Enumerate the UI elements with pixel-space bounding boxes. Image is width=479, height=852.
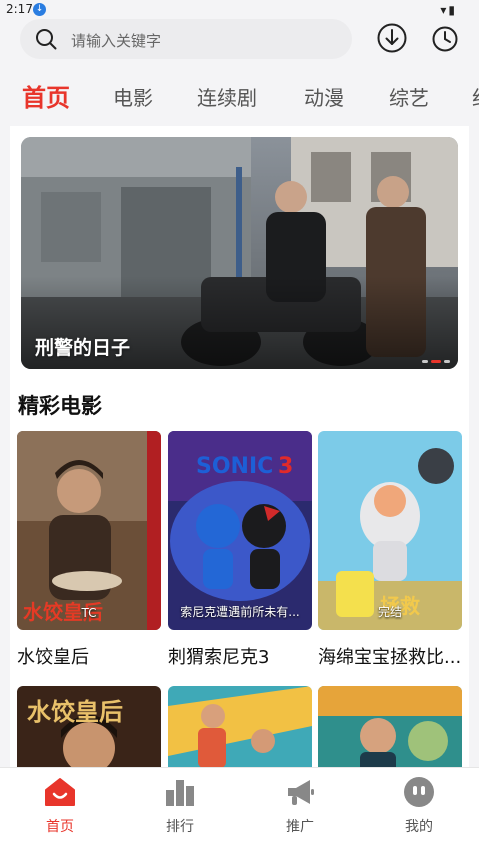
movie-poster-1[interactable]: 水饺皇后 TC bbox=[17, 431, 161, 630]
movie-poster-5[interactable] bbox=[168, 686, 312, 776]
poster-image bbox=[318, 686, 462, 776]
pagination-dot-active bbox=[431, 360, 441, 363]
banner-title: 刑警的日子 bbox=[35, 337, 131, 359]
featured-banner[interactable]: 刑警的日子 bbox=[21, 137, 458, 369]
tab-series[interactable]: 连续剧 bbox=[197, 82, 257, 111]
tab-anime[interactable]: 动漫 bbox=[304, 82, 344, 111]
nav-ranking[interactable]: 排行 bbox=[140, 776, 220, 846]
history-clock-icon[interactable] bbox=[431, 25, 459, 53]
tab-home[interactable]: 首页 bbox=[22, 78, 70, 113]
ranking-icon bbox=[166, 780, 194, 806]
tab-documentary[interactable]: 纪 bbox=[472, 82, 479, 111]
category-tabs: 首页 电影 连续剧 动漫 综艺 纪 bbox=[0, 78, 479, 118]
search-bar[interactable]: 请输入关键字 bbox=[20, 19, 352, 59]
nav-ranking-label: 排行 bbox=[166, 819, 194, 835]
nav-promotion[interactable]: 推广 bbox=[260, 776, 340, 846]
poster-image: 拯救 bbox=[318, 431, 462, 630]
status-bar: 2:17 ↓ ▾▮ bbox=[0, 0, 479, 20]
nav-profile-label: 我的 bbox=[405, 819, 433, 835]
bottom-navigation: 首页 排行 推广 我的 bbox=[0, 767, 479, 852]
poster-image: 水饺皇后 bbox=[17, 686, 161, 776]
section-title: 精彩电影 bbox=[18, 394, 102, 418]
nav-home-label: 首页 bbox=[46, 819, 74, 835]
poster-badge: 完结 bbox=[377, 605, 402, 619]
pagination-dot bbox=[444, 360, 450, 363]
poster-image bbox=[168, 686, 312, 776]
nav-home[interactable]: 首页 bbox=[20, 776, 100, 846]
profile-icon bbox=[404, 777, 434, 807]
banner-pagination bbox=[422, 360, 450, 363]
movie-title-2[interactable]: 刺猬索尼克3 bbox=[168, 643, 314, 669]
download-notification-icon: ↓ bbox=[33, 3, 46, 16]
megaphone-icon bbox=[288, 780, 314, 805]
pagination-dot bbox=[422, 360, 428, 363]
movie-poster-2[interactable]: SONIC 3 索尼克遭遇前所未有... bbox=[168, 431, 312, 630]
movie-title-1[interactable]: 水饺皇后 bbox=[17, 643, 163, 669]
nav-promotion-label: 推广 bbox=[286, 819, 314, 835]
svg-text:水饺皇后: 水饺皇后 bbox=[27, 697, 123, 726]
system-status-icons: ▾▮ bbox=[440, 3, 457, 17]
poster-badge: 索尼克遭遇前所未有... bbox=[180, 605, 300, 619]
tab-variety[interactable]: 综艺 bbox=[389, 82, 429, 111]
poster-badge: TC bbox=[81, 606, 97, 620]
movie-poster-6[interactable] bbox=[318, 686, 462, 776]
home-icon bbox=[45, 778, 75, 806]
nav-profile[interactable]: 我的 bbox=[379, 776, 459, 846]
movie-poster-3[interactable]: 拯救 完结 bbox=[318, 431, 462, 630]
search-icon bbox=[36, 29, 57, 50]
svg-text:SONIC: SONIC bbox=[196, 454, 273, 479]
poster-image: 水饺皇后 bbox=[17, 431, 161, 630]
status-time: 2:17 bbox=[6, 2, 33, 16]
movie-poster-4[interactable]: 水饺皇后 bbox=[17, 686, 161, 776]
tab-movies[interactable]: 电影 bbox=[113, 82, 153, 111]
movie-title-3[interactable]: 海绵宝宝拯救比... bbox=[318, 643, 464, 669]
svg-text:3: 3 bbox=[278, 454, 293, 479]
search-placeholder: 请输入关键字 bbox=[71, 32, 162, 50]
download-icon[interactable] bbox=[376, 22, 408, 54]
poster-image: SONIC 3 bbox=[168, 431, 312, 630]
